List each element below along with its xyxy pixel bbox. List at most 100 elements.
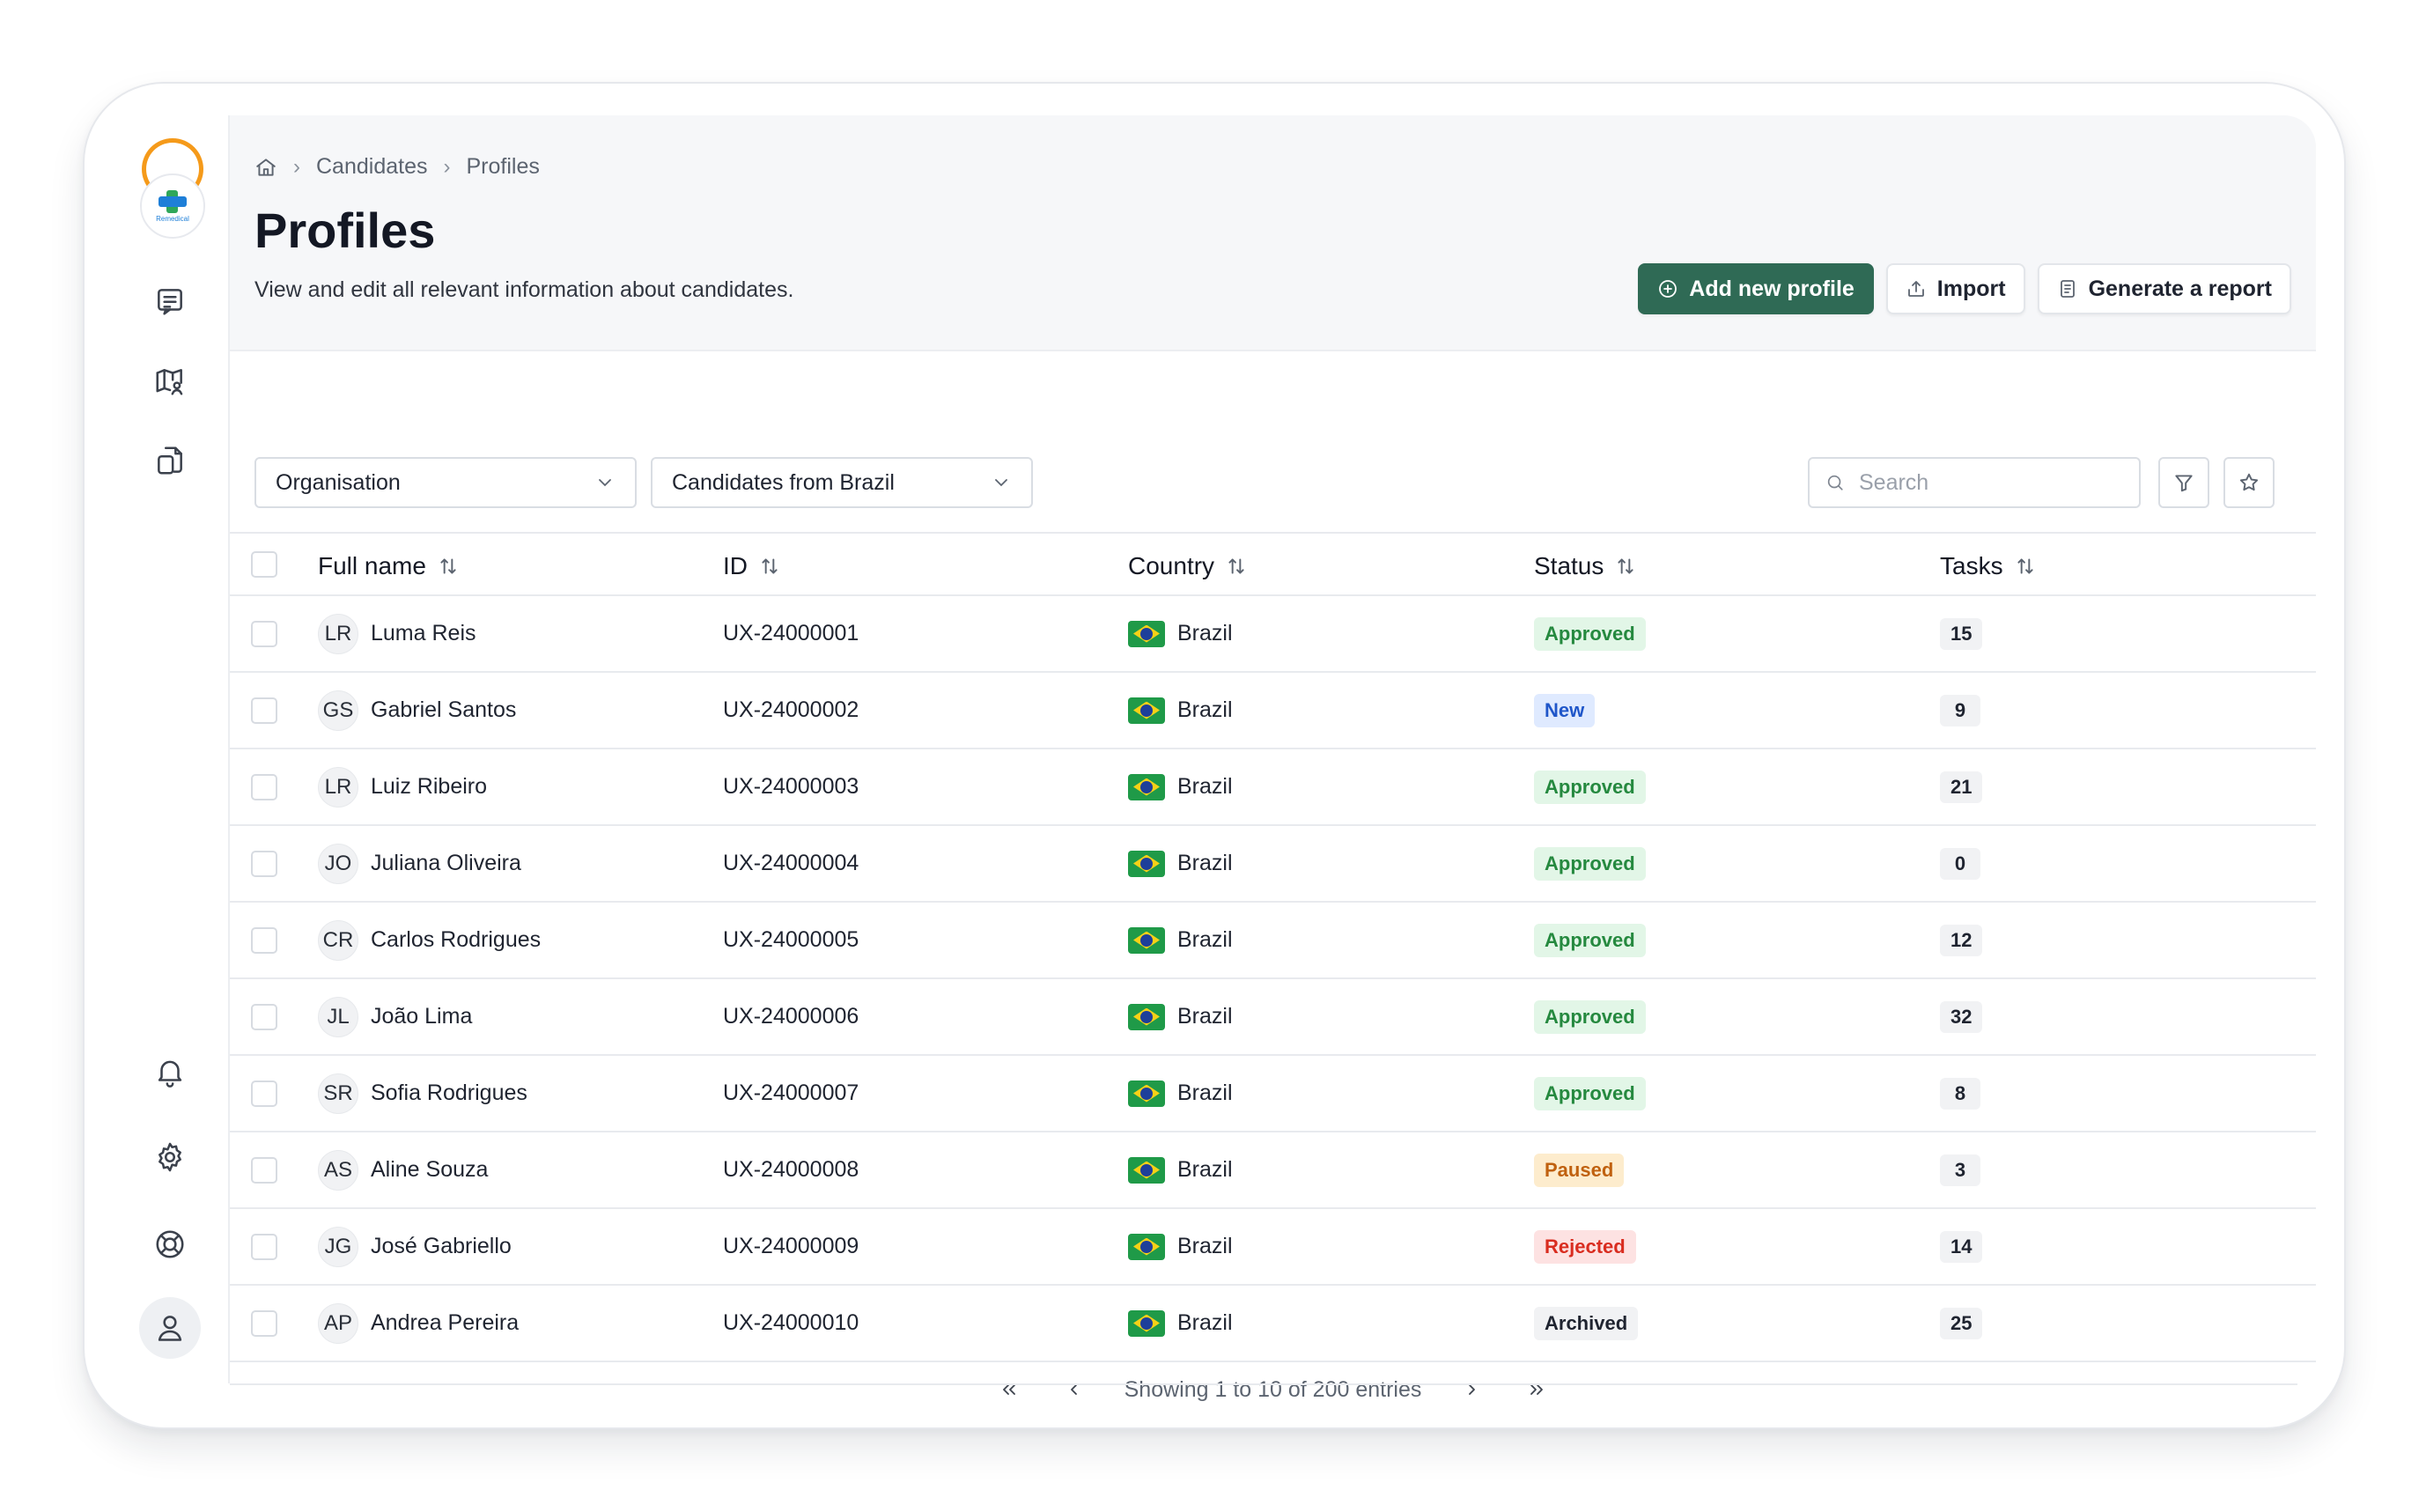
organisation-select[interactable]: Organisation	[254, 457, 637, 508]
tasks-count-badge: 9	[1940, 694, 1980, 726]
cell-country: Brazil	[1128, 826, 1233, 901]
table-row[interactable]: CR Carlos Rodrigues UX-24000005 Brazil Appro…	[230, 903, 2316, 979]
sort-icon	[1228, 557, 1244, 574]
cell-full-name: LR Luma Reis	[318, 596, 476, 671]
brazil-flag-icon	[1128, 1080, 1165, 1107]
row-checkbox[interactable]	[251, 1310, 277, 1337]
prev-page-button[interactable]	[1059, 1375, 1089, 1405]
nav-notifications[interactable]	[139, 1041, 201, 1103]
logo-badge: Remedical	[140, 173, 205, 239]
candidate-name[interactable]: Luma Reis	[371, 621, 476, 646]
filter-button[interactable]	[2158, 457, 2209, 508]
avatar-initials: AP	[318, 1302, 358, 1344]
cell-tasks: 12	[1940, 903, 1983, 977]
chevron-right-icon	[1469, 1384, 1476, 1395]
lifebuoy-icon	[156, 1230, 184, 1258]
row-checkbox[interactable]	[251, 927, 277, 954]
candidate-id: UX-24000001	[723, 621, 859, 645]
search-input[interactable]	[1859, 469, 2123, 496]
candidate-name[interactable]: Gabriel Santos	[371, 697, 516, 723]
candidate-name[interactable]: Luiz Ribeiro	[371, 774, 487, 800]
candidate-name[interactable]: Juliana Oliveira	[371, 851, 521, 876]
add-profile-button[interactable]: Add new profile	[1638, 263, 1874, 314]
generate-report-button[interactable]: Generate a report	[2037, 263, 2291, 314]
table-row[interactable]: AP Andrea Pereira UX-24000010 Brazil Archive…	[230, 1286, 2316, 1362]
avatar-initials: JL	[318, 996, 358, 1037]
select-all-checkbox[interactable]	[251, 551, 277, 578]
row-checkbox[interactable]	[251, 851, 277, 877]
cell-country: Brazil	[1128, 1286, 1233, 1361]
column-country[interactable]: Country	[1128, 534, 1248, 598]
table-row[interactable]: AS Aline Souza UX-24000008 Brazil Paused 3	[230, 1132, 2316, 1209]
cell-status: Approved	[1534, 1056, 1646, 1131]
table-row[interactable]: JG José Gabriello UX-24000009 Brazil Rejecte…	[230, 1209, 2316, 1286]
row-checkbox[interactable]	[251, 697, 277, 724]
column-label: Full name	[318, 551, 426, 579]
nav-settings[interactable]	[139, 1126, 201, 1188]
column-label: Status	[1534, 551, 1604, 579]
table-row[interactable]: JL João Lima UX-24000006 Brazil Approved 32	[230, 979, 2316, 1056]
status-badge: Approved	[1534, 999, 1646, 1034]
brazil-flag-icon	[1128, 1233, 1165, 1260]
import-button[interactable]: Import	[1885, 263, 2025, 314]
last-page-button[interactable]	[1522, 1375, 1552, 1405]
candidate-name[interactable]: Aline Souza	[371, 1157, 488, 1183]
cell-country: Brazil	[1128, 1132, 1233, 1207]
row-checkbox[interactable]	[251, 1081, 277, 1107]
avatar-initials: AS	[318, 1149, 358, 1191]
next-page-button[interactable]	[1456, 1375, 1486, 1405]
sort-icon	[1618, 557, 1633, 574]
cell-full-name: AS Aline Souza	[318, 1132, 488, 1207]
breadcrumb-candidates[interactable]: Candidates	[316, 154, 427, 180]
cell-status: Approved	[1534, 903, 1646, 977]
row-checkbox[interactable]	[251, 1234, 277, 1260]
candidate-id: UX-24000005	[723, 927, 859, 952]
nav-documents[interactable]	[139, 430, 201, 491]
row-checkbox[interactable]	[251, 621, 277, 647]
page-subtitle: View and edit all relevant information a…	[254, 277, 794, 302]
status-badge: Approved	[1534, 846, 1646, 881]
column-tasks[interactable]: Tasks	[1940, 534, 2037, 598]
table-row[interactable]: GS Gabriel Santos UX-24000002 Brazil New 9	[230, 673, 2316, 749]
candidate-name[interactable]: José Gabriello	[371, 1234, 512, 1259]
table-row[interactable]: SR Sofia Rodrigues UX-24000007 Brazil Approv…	[230, 1056, 2316, 1132]
row-checkbox[interactable]	[251, 1004, 277, 1030]
header-actions: Add new profile Import Generate a report	[1638, 263, 2291, 314]
chevron-right-icon: ›	[293, 154, 300, 179]
organisation-value: Organisation	[276, 469, 401, 495]
cell-status: Approved	[1534, 596, 1646, 671]
brand-logo[interactable]: Remedical	[140, 138, 205, 239]
cell-status: Approved	[1534, 749, 1646, 824]
bell-icon	[158, 1060, 182, 1088]
table-row[interactable]: LR Luiz Ribeiro UX-24000003 Brazil Approved 2…	[230, 749, 2316, 826]
tasks-count-badge: 32	[1940, 1000, 1983, 1033]
first-page-button[interactable]	[994, 1375, 1024, 1405]
home-icon[interactable]	[254, 156, 277, 179]
column-id[interactable]: ID	[723, 534, 781, 598]
status-badge: Approved	[1534, 616, 1646, 651]
row-checkbox[interactable]	[251, 1157, 277, 1184]
row-checkbox[interactable]	[251, 774, 277, 800]
cell-full-name: GS Gabriel Santos	[318, 673, 516, 748]
table-row[interactable]: LR Luma Reis UX-24000001 Brazil Approved 15	[230, 596, 2316, 673]
cell-status: Approved	[1534, 979, 1646, 1054]
candidate-name[interactable]: João Lima	[371, 1004, 472, 1029]
gear-icon	[159, 1142, 181, 1172]
nav-profile[interactable]	[139, 1297, 201, 1359]
candidates-select[interactable]: Candidates from Brazil	[651, 457, 1033, 508]
search-field[interactable]	[1808, 457, 2141, 508]
candidate-name[interactable]: Carlos Rodrigues	[371, 927, 541, 953]
breadcrumb-profiles[interactable]: Profiles	[466, 154, 539, 180]
logo-text: Remedical	[156, 214, 189, 223]
nav-support[interactable]	[139, 1213, 201, 1275]
favorites-button[interactable]	[2223, 457, 2275, 508]
nav-map-users[interactable]	[139, 350, 201, 412]
candidate-name[interactable]: Sofia Rodrigues	[371, 1081, 527, 1106]
cell-tasks: 25	[1940, 1286, 1983, 1361]
column-full-name[interactable]: Full name	[318, 534, 460, 598]
table-row[interactable]: JO Juliana Oliveira UX-24000004 Brazil Appro…	[230, 826, 2316, 903]
column-status[interactable]: Status	[1534, 534, 1637, 598]
nav-notes[interactable]	[139, 270, 201, 332]
cell-tasks: 21	[1940, 749, 1983, 824]
candidate-name[interactable]: Andrea Pereira	[371, 1310, 519, 1336]
